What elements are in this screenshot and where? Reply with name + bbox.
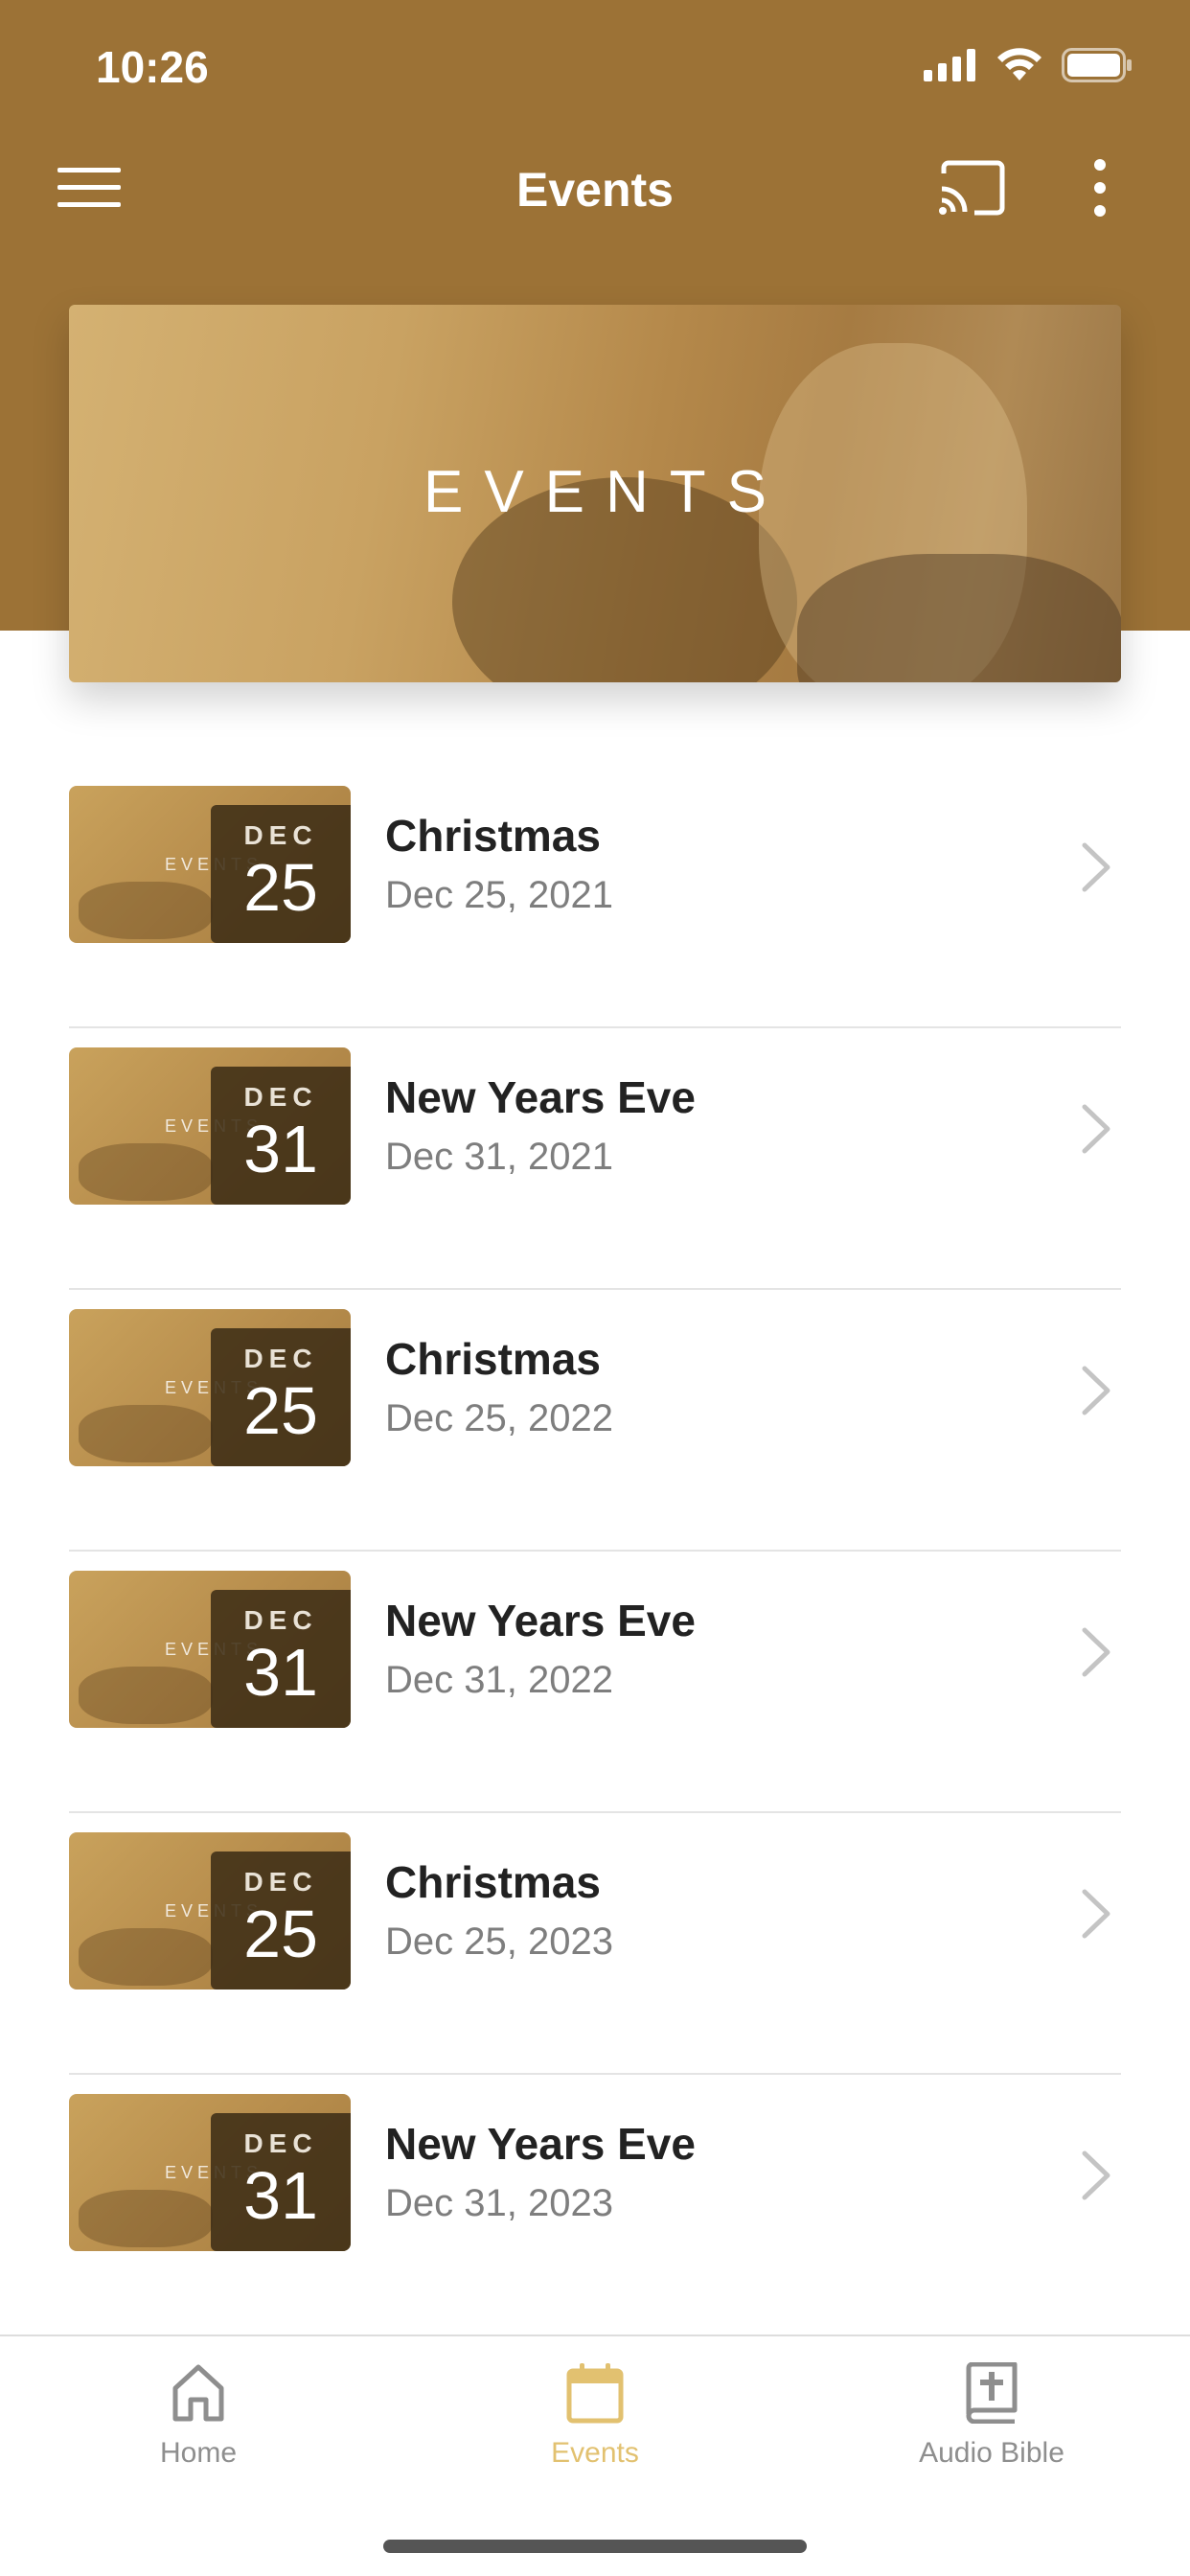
event-list-item[interactable]: EVENTS DEC 25 Christmas Dec 25, 2021 bbox=[69, 767, 1121, 1028]
event-date: Dec 31, 2022 bbox=[385, 1659, 613, 1701]
event-list-item[interactable]: EVENTS DEC 25 Christmas Dec 25, 2022 bbox=[69, 1290, 1121, 1552]
thumbnail-photo-shape bbox=[79, 2190, 213, 2247]
date-badge: DEC 25 bbox=[211, 1852, 351, 1990]
date-badge-day: 31 bbox=[243, 1635, 318, 1710]
event-list-item[interactable]: EVENTS DEC 31 New Years Eve Dec 31, 2023 bbox=[69, 2075, 1121, 2336]
banner-photo-shape bbox=[797, 554, 1121, 682]
event-date: Dec 25, 2022 bbox=[385, 1397, 613, 1439]
event-title: New Years Eve bbox=[385, 1596, 696, 1645]
home-icon bbox=[0, 2359, 397, 2426]
tab-home[interactable]: Home bbox=[0, 2359, 397, 2472]
tab-audio-bible[interactable]: Audio Bible bbox=[793, 2359, 1190, 2472]
date-badge-month: DEC bbox=[243, 1867, 318, 1897]
event-title: Christmas bbox=[385, 1857, 601, 1907]
events-list: EVENTS DEC 25 Christmas Dec 25, 2021 EVE… bbox=[69, 767, 1121, 2336]
events-banner: EVENTS bbox=[69, 305, 1121, 682]
event-date: Dec 25, 2021 bbox=[385, 874, 613, 916]
date-badge: DEC 31 bbox=[211, 1067, 351, 1205]
date-badge-day: 31 bbox=[243, 1112, 318, 1186]
events-screen: 10:26 Events EVENTS DEC 25 Christmas Dec… bbox=[0, 0, 1190, 2576]
event-date: Dec 25, 2023 bbox=[385, 1920, 613, 1963]
date-badge-day: 25 bbox=[243, 1897, 318, 1971]
tab-label: Events bbox=[551, 2437, 639, 2469]
date-badge: DEC 25 bbox=[211, 1328, 351, 1466]
event-thumbnail: EVENTS DEC 31 bbox=[69, 2094, 351, 2251]
date-badge: DEC 31 bbox=[211, 2113, 351, 2251]
status-time: 10:26 bbox=[96, 42, 209, 92]
chevron-right-icon bbox=[1077, 1365, 1115, 1416]
event-thumbnail: EVENTS DEC 25 bbox=[69, 1309, 351, 1466]
more-vertical-icon bbox=[1093, 158, 1107, 222]
date-badge-day: 31 bbox=[243, 2158, 318, 2233]
tab-events[interactable]: Events bbox=[397, 2359, 793, 2472]
bible-icon bbox=[793, 2359, 1190, 2426]
chevron-right-icon bbox=[1077, 1103, 1115, 1155]
chevron-right-icon bbox=[1077, 2150, 1115, 2201]
event-title: New Years Eve bbox=[385, 1072, 696, 1122]
cast-button[interactable] bbox=[931, 151, 1012, 228]
tab-label: Home bbox=[159, 2437, 238, 2469]
thumbnail-photo-shape bbox=[79, 1143, 213, 1201]
event-title: New Years Eve bbox=[385, 2119, 696, 2169]
event-title: Christmas bbox=[385, 1334, 601, 1384]
event-title: Christmas bbox=[385, 811, 601, 861]
event-list-item[interactable]: EVENTS DEC 31 New Years Eve Dec 31, 2021 bbox=[69, 1028, 1121, 1290]
chevron-right-icon bbox=[1077, 1626, 1115, 1678]
date-badge: DEC 31 bbox=[211, 1590, 351, 1728]
banner-title: EVENTS bbox=[423, 459, 789, 525]
chevron-right-icon bbox=[1077, 841, 1115, 893]
more-options-button[interactable] bbox=[1060, 151, 1140, 228]
event-thumbnail: EVENTS DEC 25 bbox=[69, 786, 351, 943]
status-icons bbox=[924, 47, 1133, 87]
tab-label: Audio Bible bbox=[919, 2437, 1064, 2469]
chevron-right-icon bbox=[1077, 1888, 1115, 1940]
date-badge-day: 25 bbox=[243, 1373, 318, 1448]
thumbnail-photo-shape bbox=[79, 1928, 213, 1986]
event-thumbnail: EVENTS DEC 25 bbox=[69, 1832, 351, 1990]
date-badge-month: DEC bbox=[243, 1082, 318, 1112]
event-thumbnail: EVENTS DEC 31 bbox=[69, 1571, 351, 1728]
signal-icon bbox=[924, 48, 977, 86]
event-date: Dec 31, 2023 bbox=[385, 2182, 613, 2224]
date-badge: DEC 25 bbox=[211, 805, 351, 943]
event-date: Dec 31, 2021 bbox=[385, 1136, 613, 1178]
thumbnail-photo-shape bbox=[79, 1667, 213, 1724]
date-badge-month: DEC bbox=[243, 2128, 318, 2158]
wifi-icon bbox=[996, 47, 1042, 87]
date-badge-month: DEC bbox=[243, 820, 318, 850]
date-badge-day: 25 bbox=[243, 850, 318, 925]
home-indicator bbox=[383, 2540, 807, 2553]
battery-icon bbox=[1062, 47, 1133, 87]
cast-icon bbox=[938, 160, 1005, 220]
thumbnail-photo-shape bbox=[79, 1405, 213, 1462]
event-list-item[interactable]: EVENTS DEC 31 New Years Eve Dec 31, 2022 bbox=[69, 1552, 1121, 1813]
calendar-icon bbox=[397, 2359, 793, 2426]
date-badge-month: DEC bbox=[243, 1344, 318, 1373]
event-thumbnail: EVENTS DEC 31 bbox=[69, 1047, 351, 1205]
event-list-item[interactable]: EVENTS DEC 25 Christmas Dec 25, 2023 bbox=[69, 1813, 1121, 2075]
date-badge-month: DEC bbox=[243, 1605, 318, 1635]
thumbnail-photo-shape bbox=[79, 882, 213, 939]
